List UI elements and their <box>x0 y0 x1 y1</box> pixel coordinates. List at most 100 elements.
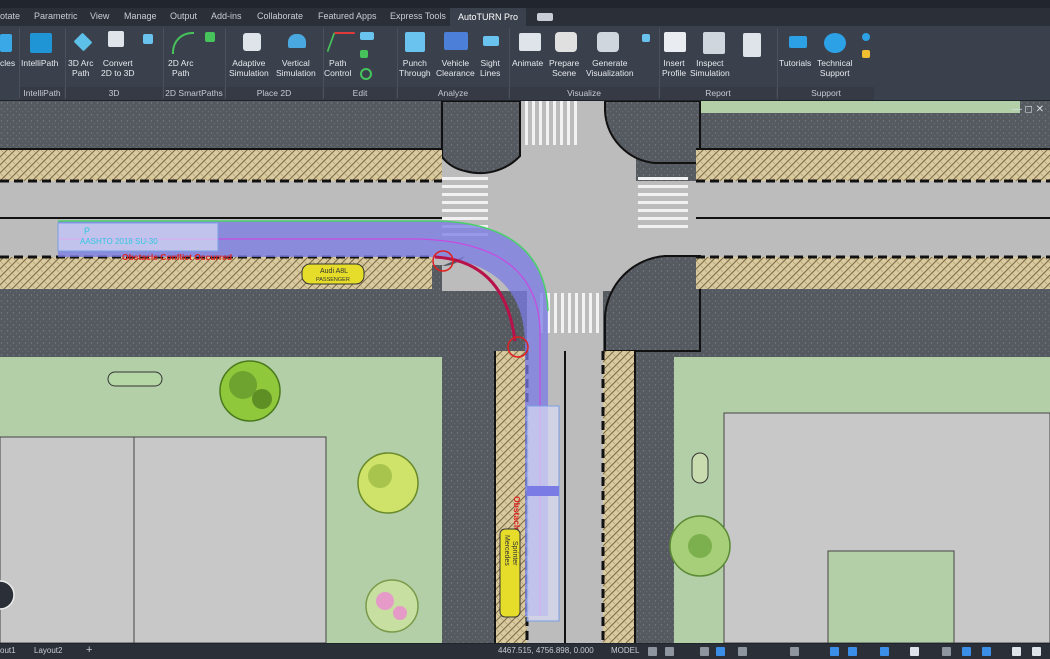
title-bar <box>0 0 1050 8</box>
snap-icon[interactable] <box>665 647 674 656</box>
tab-autoturn-pro[interactable]: AutoTURN Pro <box>450 8 527 26</box>
inspect-simulation-button[interactable]: Inspect Simulation <box>690 58 730 78</box>
technical-support-button[interactable]: Technical Support <box>817 58 852 78</box>
3d-extra-icon[interactable] <box>143 34 153 44</box>
courtyard <box>827 550 955 643</box>
isolate-icon[interactable] <box>942 647 951 656</box>
selection-cycling-icon[interactable] <box>830 647 839 656</box>
tab-featured-apps[interactable]: Featured Apps <box>318 11 377 21</box>
visualize-extra-icon[interactable] <box>642 34 650 42</box>
lineweight-icon[interactable] <box>790 647 799 656</box>
ribbon-separator <box>19 28 20 98</box>
customize-menu-icon[interactable] <box>1032 647 1041 656</box>
insert-profile-icon <box>664 32 686 52</box>
vehicle-upper-label: AASHTO 2018 SU-30 <box>80 237 158 246</box>
building <box>0 436 135 643</box>
clean-screen-icon[interactable] <box>982 647 991 656</box>
shrub <box>669 515 731 577</box>
gear-icon[interactable] <box>910 647 919 656</box>
layout1-tab[interactable]: out1 <box>0 646 16 655</box>
vehicles-button[interactable]: cles <box>0 58 15 68</box>
tab-rotate[interactable]: otate <box>0 11 20 21</box>
tab-manage[interactable]: Manage <box>124 11 157 21</box>
annotation-icon[interactable] <box>848 647 857 656</box>
group-visualize: Visualize <box>510 87 658 100</box>
generate-visualization-button[interactable]: Generate Visualization <box>586 58 634 78</box>
vehicles-icon <box>0 34 12 52</box>
osnap-icon[interactable] <box>738 647 747 656</box>
ortho-icon[interactable] <box>700 647 709 656</box>
adaptive-simulation-icon <box>243 33 261 51</box>
tab-collaborate[interactable]: Collaborate <box>257 11 303 21</box>
ribbon-separator <box>323 28 324 98</box>
smartpath-extra-icon[interactable] <box>205 32 215 42</box>
animate-icon <box>519 33 541 51</box>
add-layout-button[interactable]: + <box>86 644 92 656</box>
ribbon-separator <box>509 28 510 98</box>
ribbon-separator <box>225 28 226 98</box>
workspace-toggle-icon[interactable] <box>537 13 553 21</box>
planter <box>107 371 163 387</box>
prepare-scene-button[interactable]: Prepare Scene <box>549 58 579 78</box>
punch-through-button[interactable]: Punch Through <box>399 58 431 78</box>
edit-tool2-icon[interactable] <box>360 50 368 58</box>
building <box>133 436 327 643</box>
model-space-button[interactable]: MODEL <box>611 646 639 655</box>
status-bar: out1 Layout2 + 4467.515, 4756.898, 0.000… <box>0 643 1050 659</box>
layout2-tab[interactable]: Layout2 <box>34 646 62 655</box>
ribbon-separator <box>777 28 778 98</box>
report-tools-icon[interactable] <box>743 33 761 57</box>
group-analyze: Analyze <box>398 87 508 100</box>
group-3d: 3D <box>66 87 162 100</box>
sidewalk <box>696 149 1050 181</box>
tab-parametric[interactable]: Parametric <box>34 11 78 21</box>
group-intellipath: IntelliPath <box>20 87 64 100</box>
arc3d-path-button[interactable]: 3D Arc Path <box>68 58 94 78</box>
tab-express-tools[interactable]: Express Tools <box>390 11 446 21</box>
punch-through-icon <box>405 32 425 52</box>
insert-profile-button[interactable]: Insert Profile <box>662 58 686 78</box>
hardware-accel-icon[interactable] <box>962 647 971 656</box>
intellipath-button[interactable]: IntelliPath <box>21 58 58 68</box>
fullscreen-icon[interactable] <box>1012 647 1021 656</box>
sight-lines-button[interactable]: Sight Lines <box>480 58 500 78</box>
animate-button[interactable]: Animate <box>512 58 543 68</box>
grid-icon[interactable] <box>648 647 657 656</box>
tree <box>219 360 281 422</box>
tab-view[interactable]: View <box>90 11 109 21</box>
lawn-northeast <box>680 101 1020 113</box>
help-icon[interactable] <box>862 33 870 41</box>
audi-sublabel: PASSENGER <box>316 277 350 283</box>
intersection-drawing: AASHTO 2018 SU-30 P Obstacle Conflict Oc… <box>0 101 1050 643</box>
group-place-2d: Place 2D <box>226 87 322 100</box>
convert-2d-to-3d-button[interactable]: Convert 2D to 3D <box>101 58 135 78</box>
group-edit: Edit <box>324 87 396 100</box>
tree <box>365 579 419 633</box>
audi-label: Audi A8L <box>320 268 348 275</box>
viewport-window-controls[interactable]: — ◻ ✕ <box>1012 104 1044 115</box>
workspace-icon[interactable] <box>880 647 889 656</box>
group-2d-smartpaths: 2D SmartPaths <box>164 87 224 100</box>
tab-addins[interactable]: Add-ins <box>211 11 242 21</box>
drawing-canvas[interactable]: AASHTO 2018 SU-30 P Obstacle Conflict Oc… <box>0 101 1050 643</box>
convert-icon <box>108 31 124 47</box>
vehicle-clearance-button[interactable]: Vehicle Clearance <box>436 58 475 78</box>
arc2d-path-button[interactable]: 2D Arc Path <box>168 58 194 78</box>
vehicle-upper-mark: P <box>84 226 90 236</box>
crosswalk-south <box>540 293 599 333</box>
polar-icon[interactable] <box>716 647 725 656</box>
adaptive-simulation-button[interactable]: Adaptive Simulation <box>229 58 269 78</box>
tutorials-button[interactable]: Tutorials <box>779 58 811 68</box>
tutorials-icon <box>789 36 807 48</box>
group-support: Support <box>778 87 874 100</box>
tab-output[interactable]: Output <box>170 11 197 21</box>
feedback-icon[interactable] <box>862 50 870 58</box>
path-control-button[interactable]: Path Control <box>324 58 351 78</box>
sidewalk <box>0 149 442 181</box>
ribbon-separator <box>65 28 66 98</box>
sidewalk <box>696 257 1050 289</box>
sprinter-label: Mercedes <box>503 535 510 566</box>
vertical-simulation-button[interactable]: Vertical Simulation <box>276 58 316 78</box>
refresh-icon[interactable] <box>360 68 372 80</box>
edit-tool-icon[interactable] <box>360 32 374 40</box>
